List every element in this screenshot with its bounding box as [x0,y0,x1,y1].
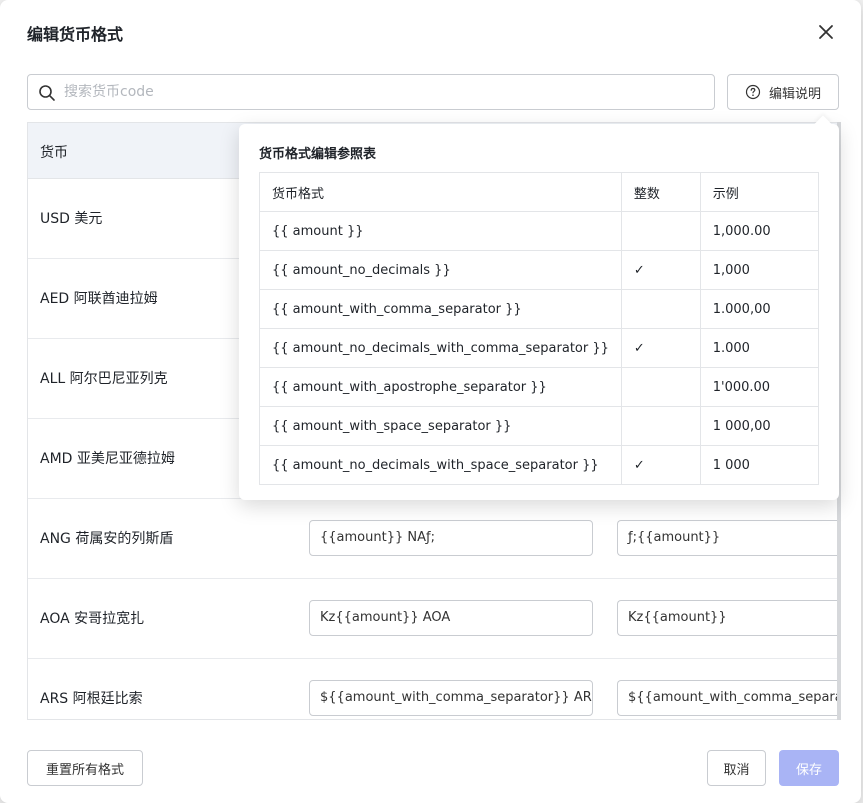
search-input[interactable] [64,75,704,109]
currency-name: AMD 亚美尼亚德拉姆 [40,451,175,467]
format-code: {{ amount_with_space_separator }} [259,406,622,446]
reference-table: 货币格式 整数 示例 {{ amount }} 1,000.00 {{ amou… [259,172,820,485]
integer-check [620,289,701,329]
example-value: 1 000,00 [699,406,820,446]
example-value: 1.000 [699,328,820,368]
example-value: 1,000 [699,250,820,290]
close-button[interactable] [814,20,838,44]
reference-header-row: 货币格式 整数 示例 [259,172,820,212]
format-input-primary[interactable]: {{amount}} NAƒ; [309,520,593,556]
currency-name: ANG 荷属安的列斯盾 [40,531,174,547]
edit-help-label: 编辑说明 [768,86,821,102]
column-header-integer: 整数 [620,172,701,212]
integer-check: ✓ [620,445,701,485]
format-code: {{ amount_with_comma_separator }} [259,289,622,329]
format-reference-popover: 货币格式编辑参照表 货币格式 整数 示例 {{ amount }} 1,000.… [239,115,839,500]
format-input-secondary[interactable]: ƒ;{{amount}} [617,520,839,556]
integer-check [620,367,701,407]
integer-check [620,211,701,251]
format-input-secondary[interactable]: Kz{{amount}} [617,600,839,636]
reference-row: {{ amount }} 1,000.00 [259,211,820,251]
format-code: {{ amount_no_decimals }} [259,250,622,290]
currency-name: AED 阿联酋迪拉姆 [40,291,158,307]
example-value: 1.000,00 [699,289,820,329]
reference-row: {{ amount_no_decimals_with_space_separat… [259,445,820,485]
question-circle-icon [745,84,761,100]
dialog-title: 编辑货币格式 [27,25,124,44]
save-button[interactable]: 保存 [779,750,839,786]
table-row: ANG 荷属安的列斯盾 {{amount}} NAƒ; ƒ;{{amount}} [28,499,839,579]
example-value: 1'000.00 [699,367,820,407]
format-code: {{ amount_with_apostrophe_separator }} [259,367,622,407]
reference-row: {{ amount_with_space_separator }} 1 000,… [259,406,820,446]
currency-name: USD 美元 [40,211,103,227]
column-header-currency: 货币 [40,145,68,161]
search-icon [39,85,55,101]
column-header-example: 示例 [699,172,820,212]
example-value: 1 000 [699,445,820,485]
edit-currency-format-dialog: 编辑货币格式 编辑说明 货币 USD 美元 AED 阿联酋迪拉姆 A [0,0,861,803]
reference-row: {{ amount_no_decimals }} ✓ 1,000 [259,250,820,290]
format-input-primary[interactable]: ${{amount_with_comma_separator}} ARS [309,680,593,716]
edit-help-button[interactable]: 编辑说明 [727,74,839,110]
format-input-secondary[interactable]: ${{amount_with_comma_separator}} [617,680,839,716]
reset-all-formats-button[interactable]: 重置所有格式 [27,750,143,786]
search-box[interactable] [27,74,715,110]
format-code: {{ amount_no_decimals_with_space_separat… [259,445,622,485]
integer-check: ✓ [620,328,701,368]
integer-check: ✓ [620,250,701,290]
table-row: AOA 安哥拉宽扎 Kz{{amount}} AOA Kz{{amount}} [28,579,839,659]
reference-row: {{ amount_no_decimals_with_comma_separat… [259,328,820,368]
table-row: ARS 阿根廷比索 ${{amount_with_comma_separator… [28,659,839,719]
column-header-format: 货币格式 [259,172,622,212]
currency-name: AOA 安哥拉宽扎 [40,611,145,627]
reference-row: {{ amount_with_comma_separator }} 1.000,… [259,289,820,329]
popover-title: 货币格式编辑参照表 [259,147,377,162]
format-code: {{ amount }} [259,211,622,251]
currency-name: ARS 阿根廷比索 [40,691,143,707]
cancel-button[interactable]: 取消 [707,750,766,786]
close-icon [819,25,833,39]
example-value: 1,000.00 [699,211,820,251]
popover-arrow [814,115,832,133]
format-input-primary[interactable]: Kz{{amount}} AOA [309,600,593,636]
reference-row: {{ amount_with_apostrophe_separator }} 1… [259,367,820,407]
integer-check [620,406,701,446]
currency-name: ALL 阿尔巴尼亚列克 [40,371,168,387]
format-code: {{ amount_no_decimals_with_comma_separat… [259,328,622,368]
